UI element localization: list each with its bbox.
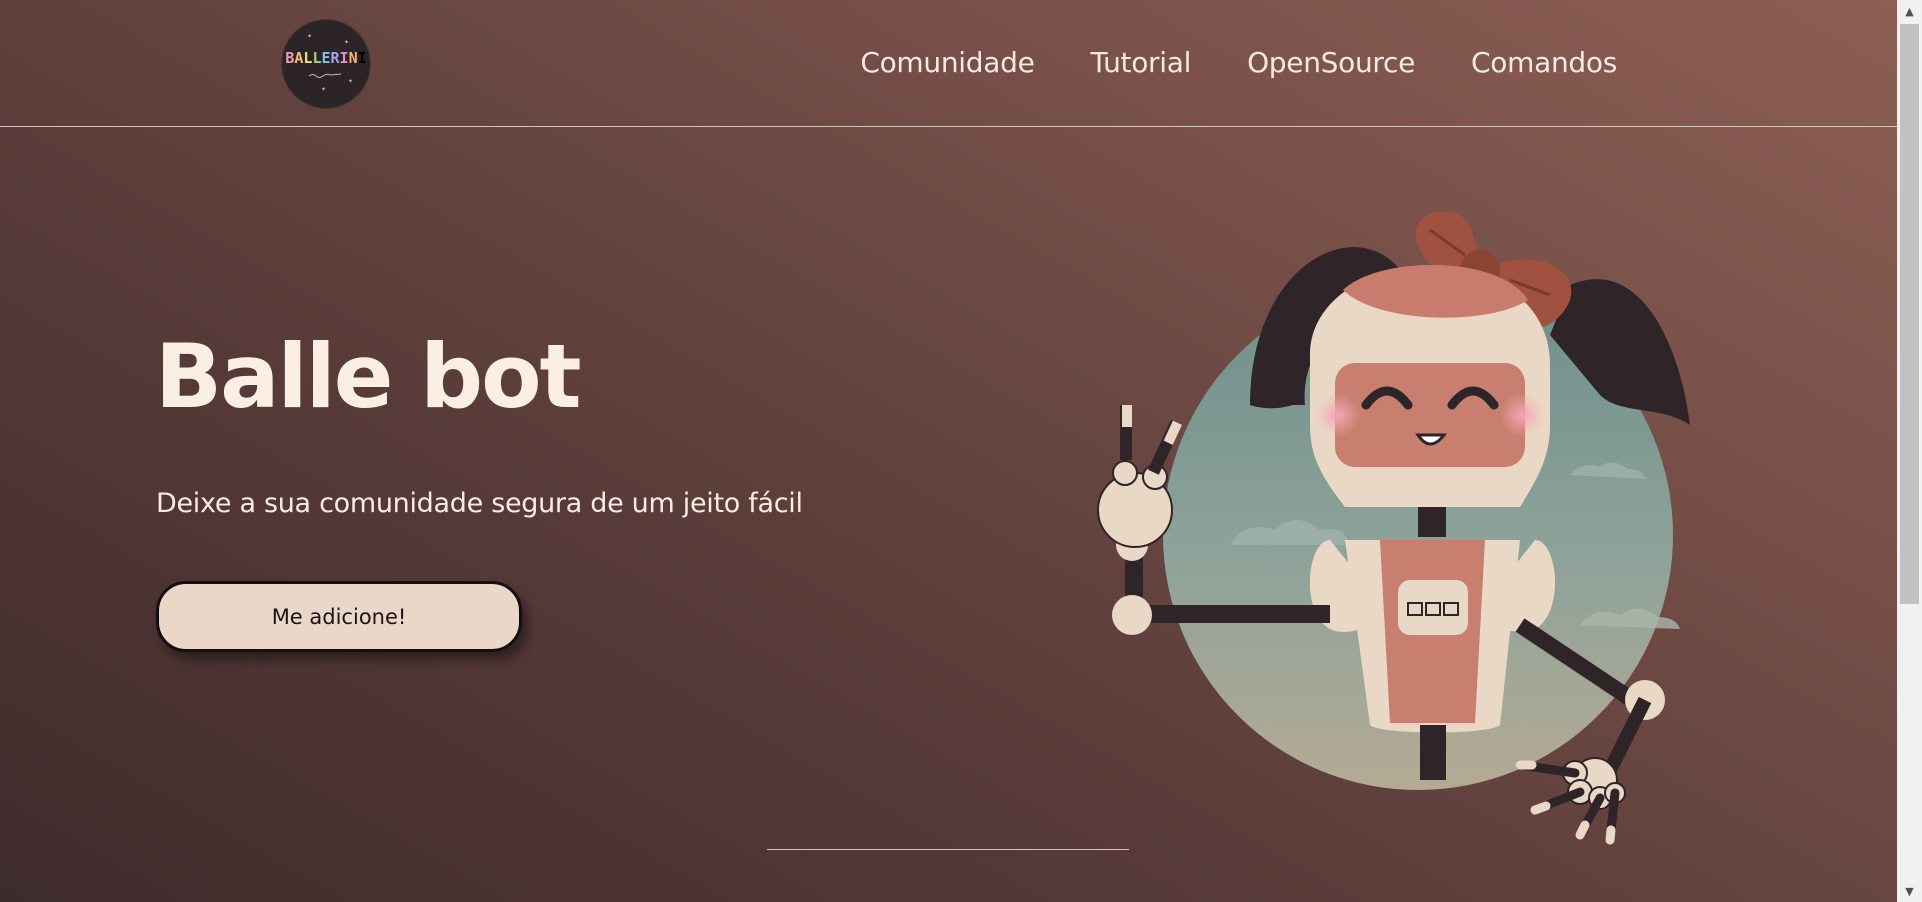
signature-icon	[308, 73, 342, 78]
page-viewport: ✦ ✦ ✦ ✦ BALLERINI Comunidade Tutorial Op…	[0, 0, 1897, 902]
nav-link-comunidade[interactable]: Comunidade	[860, 46, 1034, 79]
scrollbar-thumb[interactable]	[1900, 24, 1919, 604]
robot-mascot-illustration	[1097, 211, 1690, 845]
scroll-down-arrow-icon[interactable]: ▼	[1897, 880, 1922, 902]
nav-link-tutorial[interactable]: Tutorial	[1091, 46, 1192, 79]
nav-link-comandos[interactable]: Comandos	[1471, 46, 1617, 79]
logo-text: BALLERINI	[285, 48, 367, 67]
nav-menu: Comunidade Tutorial OpenSource Comandos	[860, 46, 1617, 79]
scrollbar[interactable]: ▲ ▼	[1897, 0, 1922, 902]
star-icon: ✦	[321, 86, 327, 93]
logo[interactable]: ✦ ✦ ✦ ✦ BALLERINI	[281, 19, 371, 109]
section-divider	[767, 849, 1129, 850]
hero-title: Balle bot	[155, 325, 582, 428]
add-bot-button[interactable]: Me adicione!	[156, 581, 522, 652]
navbar: ✦ ✦ ✦ ✦ BALLERINI Comunidade Tutorial Op…	[0, 0, 1897, 127]
hero-subtitle: Deixe a sua comunidade segura de um jeit…	[156, 488, 803, 519]
star-icon: ✦	[307, 33, 313, 40]
star-icon: ✦	[343, 39, 349, 46]
nav-link-opensource[interactable]: OpenSource	[1247, 46, 1415, 79]
scroll-up-arrow-icon[interactable]: ▲	[1897, 0, 1922, 22]
star-icon: ✦	[347, 78, 353, 85]
